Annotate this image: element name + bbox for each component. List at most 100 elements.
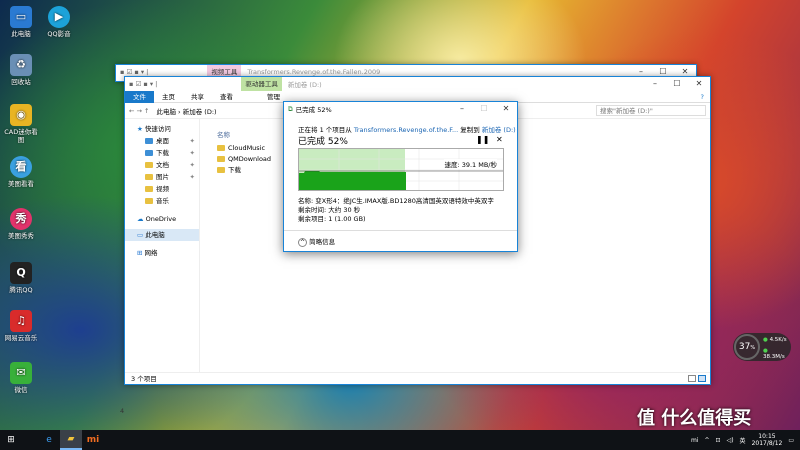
- upload-speed: ● 4.5K/s: [763, 337, 787, 343]
- desktop-icon-qq[interactable]: Q 腾讯QQ: [4, 262, 38, 294]
- cancel-button[interactable]: ✕: [496, 135, 503, 144]
- tab-file[interactable]: 文件: [125, 90, 154, 103]
- tab-view[interactable]: 查看: [212, 91, 241, 103]
- nav-onedrive[interactable]: ☁ OneDrive: [125, 213, 199, 225]
- folder-icon: [145, 174, 153, 180]
- desktop-icon-meitu-viewer[interactable]: 看 美图看看: [4, 156, 38, 188]
- file-name-line: 名称: 变X形4：绝JC生.IMAX版.BD1280高清国英双语特效中英双字: [298, 197, 494, 205]
- maximize-button[interactable]: ☐: [666, 77, 688, 91]
- source-link[interactable]: Transformers.Revenge.of.the.F...: [354, 126, 458, 134]
- net-speed-widget[interactable]: 37% ● 4.5K/s ● 38.3M/s: [733, 333, 791, 361]
- mi-icon: mi: [86, 435, 100, 445]
- star-icon: ★: [137, 125, 143, 133]
- network-icon: ⊞: [137, 249, 143, 257]
- quick-access-toolbar[interactable]: ▪ ☑ ▪ ▾ |: [125, 80, 161, 88]
- nav-this-pc[interactable]: ▭ 此电脑: [125, 229, 199, 241]
- help-icon[interactable]: ?: [701, 93, 710, 101]
- network-tray-icon[interactable]: ⊡: [716, 437, 721, 444]
- time-left: 剩余时间: 大约 30 秒: [298, 206, 361, 214]
- speed-label: 速度: 39.1 MB/秒: [444, 159, 497, 169]
- notification-icon[interactable]: ▭: [788, 437, 794, 444]
- download-speed: ● 38.3M/s: [763, 348, 785, 360]
- nav-item-documents[interactable]: 文档 ✦: [125, 159, 199, 171]
- nav-network[interactable]: ⊞ 网络: [125, 247, 199, 259]
- edge-icon: e: [46, 435, 52, 445]
- minimize-button[interactable]: –: [451, 102, 473, 116]
- nav-quick-access[interactable]: ★ 快速访问: [125, 123, 199, 135]
- navigation-pane: ★ 快速访问 桌面 ✦ 下载 ✦ 文档 ✦ 图片 ✦ 视频 音乐 ☁ OneDrive …: [120, 119, 200, 415]
- taskbar: ⊞ e ▰ mi mi ^ ⊡ ◁) 英 10:15 2017/8/12 ▭: [0, 430, 800, 450]
- partial-label: 4: [120, 407, 125, 415]
- folder-icon: [145, 162, 153, 168]
- desktop-icon-meitu-xiuxiu[interactable]: 秀 美图秀秀: [4, 208, 38, 240]
- window-title: 新加卷 (D:): [287, 81, 322, 89]
- qq-icon: Q: [10, 262, 32, 284]
- nav-item-videos[interactable]: 视频: [125, 183, 199, 195]
- qqplayer-icon: ▶: [48, 6, 70, 28]
- window-title: Transformers.Revenge.of.the.Fallen.2009: [247, 68, 381, 76]
- tab-home[interactable]: 主页: [154, 91, 183, 103]
- pause-button[interactable]: ❚❚: [476, 135, 489, 144]
- dialog-title: 已完成 52%: [295, 106, 332, 114]
- watermark: 值 什么值得买: [637, 408, 752, 429]
- ime-indicator[interactable]: 英: [740, 436, 746, 445]
- nav-item-music[interactable]: 音乐: [125, 195, 199, 207]
- desktop-icon-wechat[interactable]: ✉ 微信: [4, 362, 38, 394]
- items-left: 剩余项目: 1 (1.00 GB): [298, 215, 366, 223]
- pin-icon: ✦: [189, 173, 195, 181]
- computer-icon: ▭: [137, 231, 144, 239]
- copy-details: 名称: 变X形4：绝JC生.IMAX版.BD1280高清国英双语特效中英双字 剩…: [298, 197, 494, 224]
- copy-icon: ⧉: [288, 104, 293, 113]
- file-item[interactable]: QMDownload: [217, 154, 271, 165]
- search-input[interactable]: 搜索"新加卷 (D:)": [596, 105, 706, 116]
- desktop-icon-netease-music[interactable]: ♫ 网易云音乐: [4, 310, 38, 342]
- close-button[interactable]: ✕: [495, 102, 517, 116]
- volume-icon[interactable]: ◁): [727, 437, 734, 444]
- nav-item-downloads[interactable]: 下载 ✦: [125, 147, 199, 159]
- nav-item-desktop[interactable]: 桌面 ✦: [125, 135, 199, 147]
- memory-gauge: 37%: [734, 334, 760, 360]
- large-icons-view-icon[interactable]: [688, 375, 696, 382]
- tab-share[interactable]: 共享: [183, 91, 212, 103]
- pin-icon: ✦: [189, 149, 195, 157]
- start-button[interactable]: ⊞: [0, 430, 22, 450]
- mi-tray-icon[interactable]: mi: [691, 437, 699, 444]
- nav-item-pictures[interactable]: 图片 ✦: [125, 171, 199, 183]
- column-header-name[interactable]: 名称: [217, 129, 230, 139]
- file-item[interactable]: CloudMusic: [217, 143, 271, 154]
- maximize-button[interactable]: ☐: [473, 102, 495, 116]
- desktop-icon-recycle-bin[interactable]: ♻ 回收站: [4, 54, 38, 86]
- desktop-icon-qqplayer[interactable]: ▶ QQ影音: [42, 6, 76, 38]
- drive-tools-tab[interactable]: 驱动器工具: [241, 77, 282, 91]
- file-list: CloudMusic QMDownload 下载: [217, 143, 271, 176]
- copy-progress-dialog[interactable]: ⧉ 已完成 52% – ☐ ✕ 正在将 1 个项目从 Transformers.…: [283, 101, 518, 252]
- details-view-icon[interactable]: [698, 375, 706, 382]
- folder-icon: [145, 150, 153, 156]
- file-item[interactable]: 下载: [217, 165, 271, 176]
- chevron-up-icon: ^: [298, 238, 307, 247]
- close-button[interactable]: ✕: [688, 77, 710, 91]
- cloud-icon: ☁: [137, 215, 144, 223]
- computer-icon: ▭: [10, 6, 32, 28]
- desktop-icon-this-pc[interactable]: ▭ 此电脑: [4, 6, 38, 38]
- chevron-up-icon[interactable]: ^: [705, 437, 710, 444]
- copy-description: 正在将 1 个项目从 Transformers.Revenge.of.the.F…: [298, 126, 516, 134]
- folder-icon: [145, 186, 153, 192]
- minimize-button[interactable]: –: [644, 77, 666, 91]
- folder-icon: [217, 167, 225, 173]
- desktop-icon-cad[interactable]: ◉ CAD迷你看图: [4, 104, 38, 144]
- quick-access-toolbar[interactable]: ▪ ☑ ▪ ▾ |: [116, 68, 152, 76]
- mi-button[interactable]: mi: [82, 430, 104, 450]
- dest-link[interactable]: 新加卷 (D:): [482, 126, 516, 134]
- folder-icon: [217, 156, 225, 162]
- status-bar: 3 个项目: [125, 372, 710, 384]
- edge-button[interactable]: e: [38, 430, 60, 450]
- fewer-details-toggle[interactable]: ^ 简略信息: [298, 236, 335, 247]
- clock[interactable]: 10:15 2017/8/12: [752, 433, 783, 447]
- pin-icon: ✦: [189, 137, 195, 145]
- explorer-taskbar-button[interactable]: ▰: [60, 430, 82, 450]
- item-count: 3 个项目: [131, 375, 157, 383]
- speed-graph: 速度: 39.1 MB/秒: [298, 148, 504, 191]
- nav-arrows[interactable]: ← → ↑: [129, 107, 149, 115]
- netease-music-icon: ♫: [10, 310, 32, 332]
